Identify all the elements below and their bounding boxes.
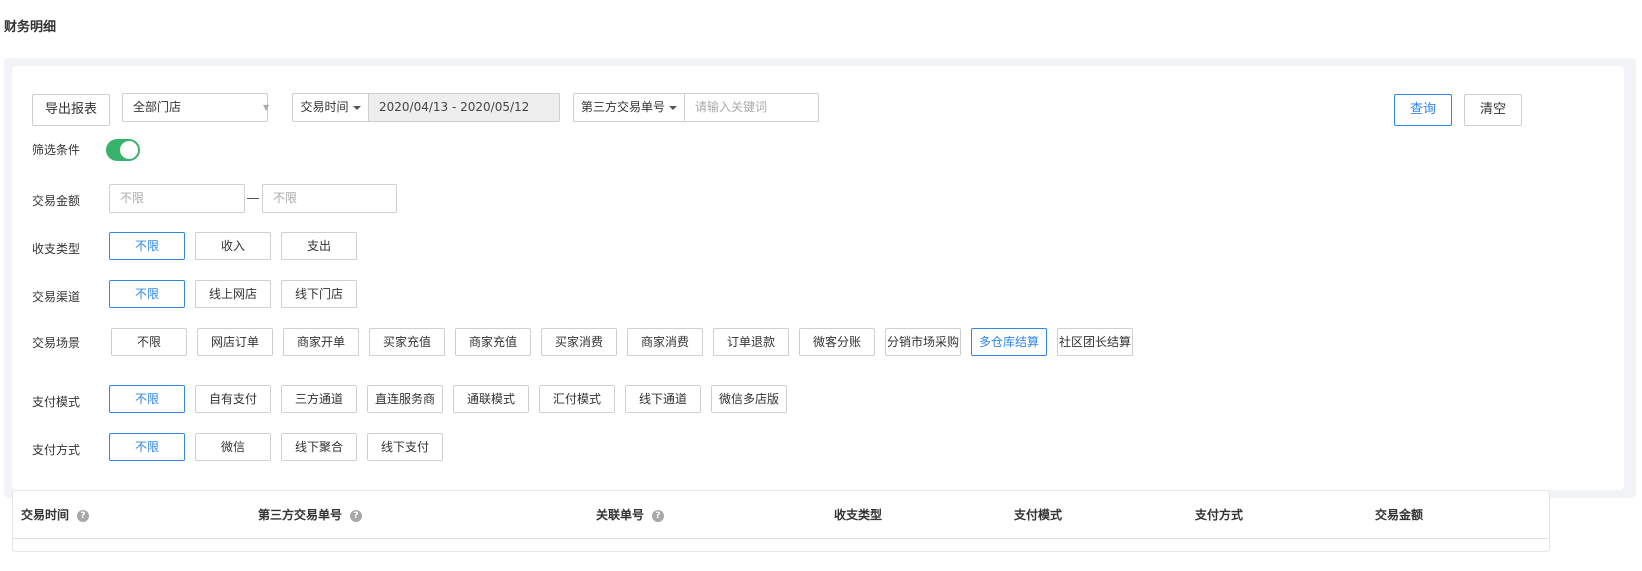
channel-option[interactable]: 线下门店 — [281, 280, 357, 308]
toggle-knob — [120, 141, 138, 159]
store-select-value: 全部门店 — [133, 100, 182, 114]
column-header-income-type: 收支类型 — [834, 508, 883, 522]
date-range-field[interactable]: 交易时间 2020/04/13 - 2020/05/12 — [292, 93, 560, 122]
channel-option[interactable]: 线上网店 — [195, 280, 271, 308]
pay-mode-option[interactable]: 汇付模式 — [539, 385, 615, 413]
income-type-option[interactable]: 不限 — [109, 232, 185, 260]
filter-panel — [12, 66, 1624, 490]
pay-method-option[interactable]: 不限 — [109, 433, 185, 461]
amount-min-placeholder: 不限 — [120, 191, 145, 205]
scene-option[interactable]: 微客分账 — [799, 328, 875, 356]
column-header-label: 关联单号 — [596, 508, 645, 522]
date-range-input[interactable]: 2020/04/13 - 2020/05/12 — [369, 94, 559, 121]
pay-mode-label: 支付模式 — [32, 395, 81, 409]
time-type-dropdown[interactable]: 交易时间 — [293, 94, 369, 121]
scene-option[interactable]: 订单退款 — [713, 328, 789, 356]
keyword-type-dropdown[interactable]: 第三方交易单号 — [574, 94, 685, 121]
keyword-type-label: 第三方交易单号 — [580, 100, 665, 114]
pay-mode-option[interactable]: 三方通道 — [281, 385, 357, 413]
column-header-amount: 交易金额 — [1375, 508, 1424, 522]
pay-mode-option[interactable]: 微信多店版 — [711, 385, 787, 413]
query-button[interactable]: 查询 — [1394, 94, 1452, 126]
scene-option[interactable]: 社区团长结算 — [1057, 328, 1133, 356]
pay-mode-option[interactable]: 直连服务商 — [367, 385, 443, 413]
filter-toggle-label: 筛选条件 — [32, 143, 81, 157]
amount-max-placeholder: 不限 — [273, 191, 298, 205]
help-icon[interactable]: ? — [77, 509, 90, 522]
column-header-label: 第三方交易单号 — [258, 508, 343, 522]
scene-option[interactable]: 商家开单 — [283, 328, 359, 356]
column-header-pay-mode: 支付模式 — [1014, 508, 1063, 522]
amount-max-input[interactable]: 不限 — [262, 184, 397, 213]
column-header-time: 交易时间? — [21, 506, 90, 523]
amount-label: 交易金额 — [32, 194, 81, 208]
scene-option[interactable]: 不限 — [111, 328, 187, 356]
channel-label: 交易渠道 — [32, 290, 81, 304]
scene-label: 交易场景 — [32, 336, 81, 350]
caret-down-icon — [352, 105, 361, 110]
clear-button[interactable]: 清空 — [1464, 94, 1522, 126]
filter-toggle-switch[interactable] — [106, 139, 140, 161]
scene-option[interactable]: 买家消费 — [541, 328, 617, 356]
scene-option[interactable]: 商家充值 — [455, 328, 531, 356]
caret-down-icon — [669, 105, 677, 110]
pay-method-option[interactable]: 线下聚合 — [281, 433, 357, 461]
time-type-label: 交易时间 — [300, 100, 349, 114]
pay-method-option[interactable]: 微信 — [195, 433, 271, 461]
column-header-third-party-no: 第三方交易单号? — [258, 506, 363, 523]
pay-method-label: 支付方式 — [32, 443, 81, 457]
pay-mode-option[interactable]: 通联模式 — [453, 385, 529, 413]
pay-method-option[interactable]: 线下支付 — [367, 433, 443, 461]
pay-mode-option[interactable]: 自有支付 — [195, 385, 271, 413]
scene-option[interactable]: 买家充值 — [369, 328, 445, 356]
channel-option[interactable]: 不限 — [109, 280, 185, 308]
scene-option[interactable]: 分销市场采购 — [885, 328, 961, 356]
export-report-button[interactable]: 导出报表 — [32, 94, 110, 126]
column-header-related-no: 关联单号? — [596, 506, 665, 523]
amount-min-input[interactable]: 不限 — [109, 184, 245, 213]
chevron-down-icon: ▼ — [263, 103, 270, 112]
range-separator — [247, 198, 259, 199]
scene-option[interactable]: 商家消费 — [627, 328, 703, 356]
scene-option[interactable]: 网店订单 — [197, 328, 273, 356]
keyword-input[interactable]: 请输入关键词 — [685, 94, 818, 121]
column-header-label: 交易时间 — [21, 508, 70, 522]
table-header — [12, 490, 1548, 539]
income-type-option[interactable]: 支出 — [281, 232, 357, 260]
pay-mode-option[interactable]: 不限 — [109, 385, 185, 413]
income-type-label: 收支类型 — [32, 242, 81, 256]
help-icon[interactable]: ? — [350, 509, 363, 522]
scene-option[interactable]: 多仓库结算 — [971, 328, 1047, 356]
column-header-pay-method: 支付方式 — [1195, 508, 1244, 522]
help-icon[interactable]: ? — [652, 509, 665, 522]
pay-mode-option[interactable]: 线下通道 — [625, 385, 701, 413]
income-type-option[interactable]: 收入 — [195, 232, 271, 260]
page-title: 财务明细 — [4, 20, 57, 35]
keyword-search-field[interactable]: 第三方交易单号 请输入关键词 — [573, 93, 819, 122]
store-select[interactable]: 全部门店 — [122, 93, 268, 122]
